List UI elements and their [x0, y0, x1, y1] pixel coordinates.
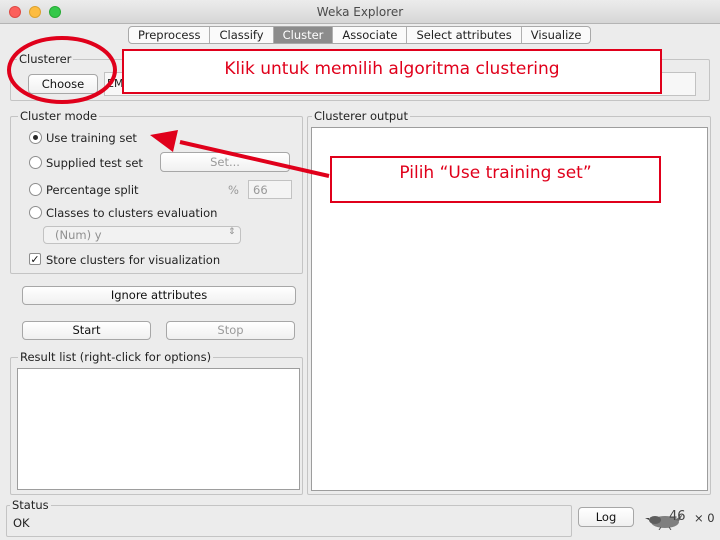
annotation-arrow-head	[150, 130, 178, 152]
annotation-overlay	[7, 36, 330, 178]
highlight-circle	[7, 36, 117, 104]
annotation-arrow-line	[179, 140, 330, 178]
